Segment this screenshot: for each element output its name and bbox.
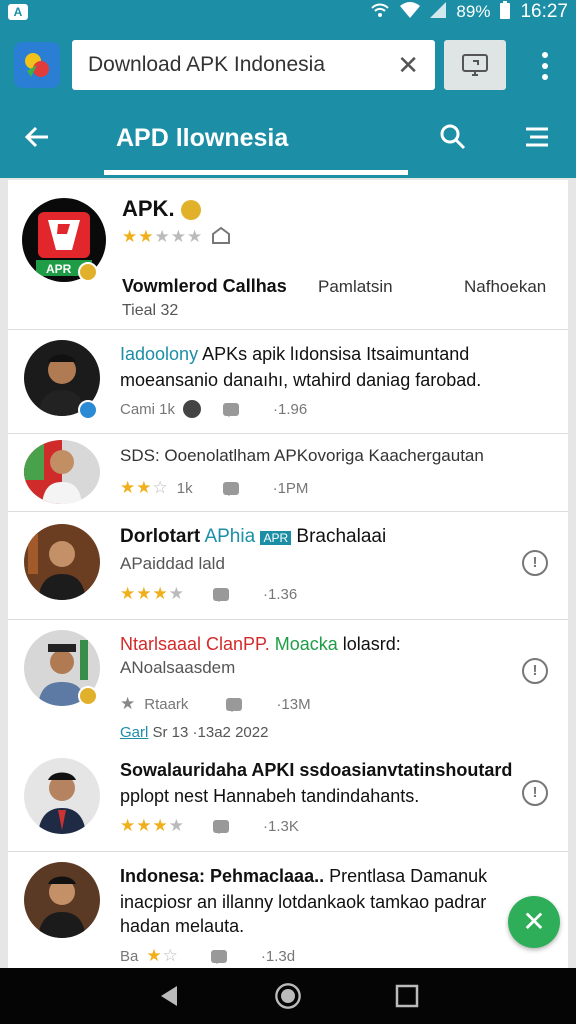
status-bar: A 89% 16:27 [0, 0, 576, 24]
cast-button[interactable] [444, 40, 506, 90]
avatar [24, 524, 100, 600]
item-meta: Ba ★☆ ·1.3d [120, 946, 296, 965]
close-icon[interactable]: ✕ [397, 50, 419, 81]
rating-stars: ★★★★ [120, 816, 185, 835]
item-title-line2: pplopt nest Hannabeh tandindahants. [120, 786, 420, 806]
system-nav-bar [0, 968, 576, 1024]
check-fab-button[interactable]: ✕ [508, 896, 560, 948]
item-title: Indonesa: Pehmaclaaa.. Prentlasa Damanuk [120, 866, 488, 886]
item-subtitle: ANoalsaasdem [120, 658, 236, 677]
tab-bar: APD llownesia [0, 108, 576, 178]
featured-col2: Pamlatsin [318, 277, 393, 296]
rating-stars: ★ [120, 694, 137, 713]
item-meta: ★★★★ ·1.3K [120, 816, 299, 835]
browser-toolbar: Download APK Indonesia ✕ [0, 24, 576, 108]
back-triangle-icon[interactable] [157, 984, 181, 1008]
list-item[interactable]: Ntarlsaaal ClanPP. Moacka lolasrd: ANoal… [8, 620, 568, 852]
comment-icon [212, 819, 229, 834]
rating-stars: ★★★★★ [122, 227, 204, 246]
list-item[interactable]: Indonesa: Pehmaclaaa.. Prentlasa Damanuk… [8, 852, 568, 968]
results-list: APR APK. ★★★★★ Vowmlerod Callhas Pamlats… [8, 180, 568, 968]
check-icon: ✕ [522, 906, 546, 937]
item-meta: ★ Rtaark ·13M [120, 694, 311, 713]
featured-rating: ★★★★★ [122, 226, 231, 248]
avatar [24, 440, 100, 504]
app-notification-icon: A [8, 4, 28, 20]
home-circle-icon[interactable] [274, 982, 302, 1010]
item-meta: ★★☆ 1k ·1PM [120, 478, 309, 497]
comment-icon [212, 587, 229, 602]
comment-icon [226, 697, 243, 712]
signal-icon [430, 1, 447, 23]
item-meta: Cami 1k ·1.96 [120, 400, 308, 418]
info-icon[interactable]: ! [522, 658, 548, 684]
clock: 16:27 [520, 1, 568, 22]
arrow-back-icon[interactable] [22, 122, 62, 156]
battery-percent: 89% [456, 2, 491, 21]
timer-icon [183, 400, 202, 418]
share-icon[interactable] [211, 226, 231, 248]
item-line3: hadan melauta. [120, 916, 245, 936]
info-icon[interactable]: ! [522, 550, 548, 576]
featured-col3: Nafhoekan [464, 277, 547, 296]
search-query: Download APK Indonesia [88, 53, 325, 76]
rating-stars: ★★★★ [120, 584, 185, 603]
filter-icon[interactable] [522, 122, 556, 156]
list-item[interactable]: Iadoolony APKs apik lıdonsisa Itsaimunta… [8, 330, 568, 434]
verified-badge [78, 262, 98, 282]
hotspot-icon [370, 2, 390, 23]
item-title: SDS: Ooenolatlham APKovoriga Kaachergaut… [120, 446, 484, 465]
item-title: Dorlotart APhia APR Brachalaai [120, 526, 387, 547]
item-tag-line: Garl Sr 13 ·13a2 2022 [120, 724, 269, 741]
search-icon[interactable] [438, 122, 472, 156]
list-item[interactable]: SDS: Ooenolatlham APKovoriga Kaachergaut… [8, 434, 568, 512]
tab-indicator [104, 170, 408, 175]
search-input[interactable]: Download APK Indonesia ✕ [72, 40, 435, 90]
item-subtitle: APaiddad lald [120, 554, 225, 573]
comment-icon [223, 402, 240, 417]
featured-col1: Vowmlerod Callhas [122, 276, 287, 296]
comment-icon [222, 481, 239, 496]
svg-text:APR: APR [46, 262, 72, 276]
gold-medal-icon [180, 200, 201, 221]
recents-square-icon[interactable] [395, 984, 419, 1008]
item-meta: ★★★★ ·1.36 [120, 584, 298, 603]
tab-title[interactable]: APD llownesia [116, 124, 288, 153]
list-item[interactable]: Dorlotart APhia APR Brachalaai APaiddad … [8, 512, 568, 620]
item-title: Sowalauridaha APKI ssdoasianvtatinshouta… [120, 760, 513, 780]
app-logo[interactable] [14, 42, 60, 88]
comment-icon [210, 949, 227, 964]
avatar [24, 862, 100, 938]
avatar [24, 758, 100, 834]
featured-title: APK. [122, 196, 201, 222]
item-title: Iadoolony APKs apik lıdonsisa Itsaimunta… [120, 344, 470, 364]
rating-stars: ★☆ [146, 946, 179, 965]
more-vert-icon[interactable] [534, 48, 556, 84]
item-title: Ntarlsaaal ClanPP. Moacka lolasrd: [120, 634, 401, 654]
featured-app-card[interactable]: APR APK. ★★★★★ Vowmlerod Callhas Pamlats… [8, 180, 568, 330]
badge [78, 686, 98, 706]
wifi-icon [400, 1, 421, 23]
item-title-line2: moeansanio danaıhı, wtahird daniag farob… [120, 370, 482, 390]
item-line2: inacpiosr an illanny lotdankaok tamkao p… [120, 892, 487, 912]
rating-stars: ★★☆ [120, 478, 169, 497]
featured-footer: Tieal 32 [122, 302, 179, 319]
cast-icon [462, 54, 488, 76]
battery-icon [500, 0, 511, 24]
info-icon[interactable]: ! [522, 780, 548, 806]
badge [78, 400, 98, 420]
